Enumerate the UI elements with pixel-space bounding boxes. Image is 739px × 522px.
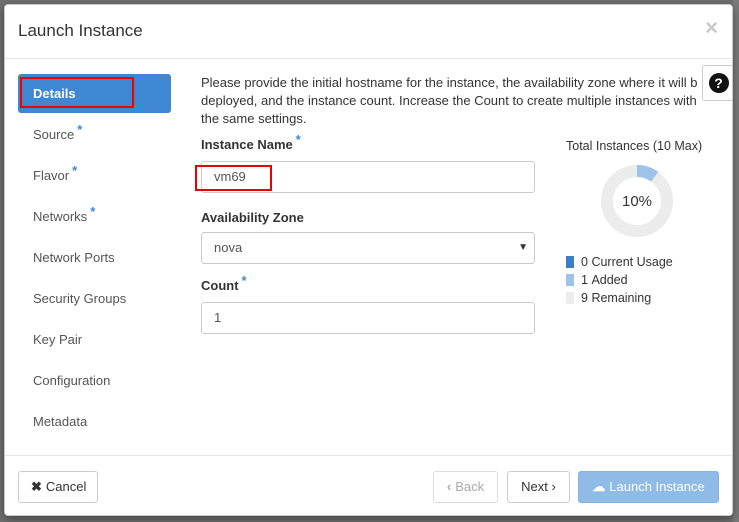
intro-line: the same settings. — [201, 111, 307, 126]
close-icon: ✖ — [31, 479, 42, 494]
instance-name-label-text: Instance Name — [201, 137, 293, 152]
usage-percent-label: 10% — [621, 193, 653, 210]
back-button[interactable]: ‹ Back — [433, 471, 498, 503]
modal-header: Launch Instance × — [5, 5, 732, 59]
next-label: Next — [521, 479, 548, 494]
legend-label: Added — [591, 273, 628, 287]
nav-item-configuration[interactable]: Configuration — [18, 361, 171, 400]
legend-remaining: 9 Remaining — [566, 289, 673, 307]
legend-value: 1 — [581, 273, 588, 287]
nav-item-label: Configuration — [33, 373, 111, 388]
next-button[interactable]: Next › — [507, 471, 570, 503]
required-marker: * — [241, 272, 247, 288]
close-icon[interactable]: × — [705, 15, 718, 41]
count-label-text: Count — [201, 278, 239, 293]
nav-item-key-pair[interactable]: Key Pair — [18, 320, 171, 359]
required-marker: * — [72, 162, 78, 178]
nav-item-networks[interactable]: Networks * — [18, 197, 171, 236]
question-circle-icon: ? — [708, 73, 729, 93]
nav-item-label: Source — [33, 127, 75, 142]
availability-zone-value: nova — [214, 240, 243, 255]
chevron-right-icon: › — [551, 479, 556, 494]
required-marker: * — [90, 203, 96, 219]
legend-label: Remaining — [591, 291, 652, 305]
legend-value: 9 — [581, 291, 588, 305]
instance-name-label: Instance Name * — [201, 133, 301, 152]
back-label: Back — [455, 479, 485, 494]
count-input[interactable]: 1 — [201, 302, 535, 334]
nav-item-source[interactable]: Source * — [18, 115, 171, 154]
nav-item-network-ports[interactable]: Network Ports — [18, 238, 171, 277]
nav-item-label: Network Ports — [33, 250, 115, 265]
cloud-upload-icon: ☁ — [592, 479, 606, 494]
nav-item-label: Details — [33, 86, 76, 101]
help-button[interactable]: ? — [702, 65, 732, 101]
intro-line: deployed, and the instance count. Increa… — [201, 93, 697, 108]
caret-down-icon: ▼ — [518, 242, 528, 253]
chevron-left-icon: ‹ — [446, 479, 452, 494]
legend-swatch — [566, 274, 574, 286]
instance-name-input[interactable]: vm69 — [201, 161, 535, 193]
required-marker: * — [77, 121, 83, 137]
nav-item-metadata[interactable]: Metadata — [18, 402, 171, 441]
wizard-nav: Details Source * Flavor * Networks * Networ… — [18, 74, 171, 443]
nav-item-details[interactable]: Details — [18, 74, 171, 113]
cancel-button[interactable]: ✖ Cancel — [18, 471, 98, 503]
launch-instance-modal: Launch Instance × Details Source * Flavor… — [4, 4, 733, 516]
availability-zone-label: Availability Zone — [201, 210, 304, 225]
nav-item-flavor[interactable]: Flavor * — [18, 156, 171, 195]
donut-added-arc — [636, 165, 659, 182]
cancel-label: Cancel — [45, 479, 87, 494]
required-marker: * — [295, 131, 301, 147]
launch-label: Launch Instance — [609, 479, 705, 494]
legend-added: 1 Added — [566, 271, 673, 289]
count-label: Count * — [201, 274, 247, 293]
nav-item-label: Networks — [33, 209, 88, 224]
nav-item-label: Flavor — [33, 168, 70, 183]
availability-zone-select[interactable]: nova ▼ — [201, 232, 535, 264]
nav-item-label: Security Groups — [33, 291, 127, 306]
launch-instance-button[interactable]: ☁ Launch Instance — [578, 471, 719, 503]
page-backdrop — [733, 0, 739, 522]
legend-value: 0 — [581, 255, 588, 269]
usage-legend: 0 Current Usage 1 Added 9 Remaining — [566, 253, 673, 307]
usage-title: Total Instances (10 Max) — [566, 139, 703, 153]
legend-swatch — [566, 256, 574, 268]
nav-item-security-groups[interactable]: Security Groups — [18, 279, 171, 318]
legend-label: Current Usage — [591, 255, 673, 269]
nav-item-label: Key Pair — [33, 332, 83, 347]
details-intro-text: Please provide the initial hostname for … — [201, 74, 711, 128]
modal-footer: ✖ Cancel ‹ Back Next › ☁ Launch Instance — [5, 455, 732, 515]
modal-title: Launch Instance — [18, 21, 143, 40]
nav-item-label: Metadata — [33, 414, 88, 429]
legend-swatch — [566, 292, 574, 304]
legend-current-usage: 0 Current Usage — [566, 253, 673, 271]
intro-line: Please provide the initial hostname for … — [201, 75, 698, 90]
